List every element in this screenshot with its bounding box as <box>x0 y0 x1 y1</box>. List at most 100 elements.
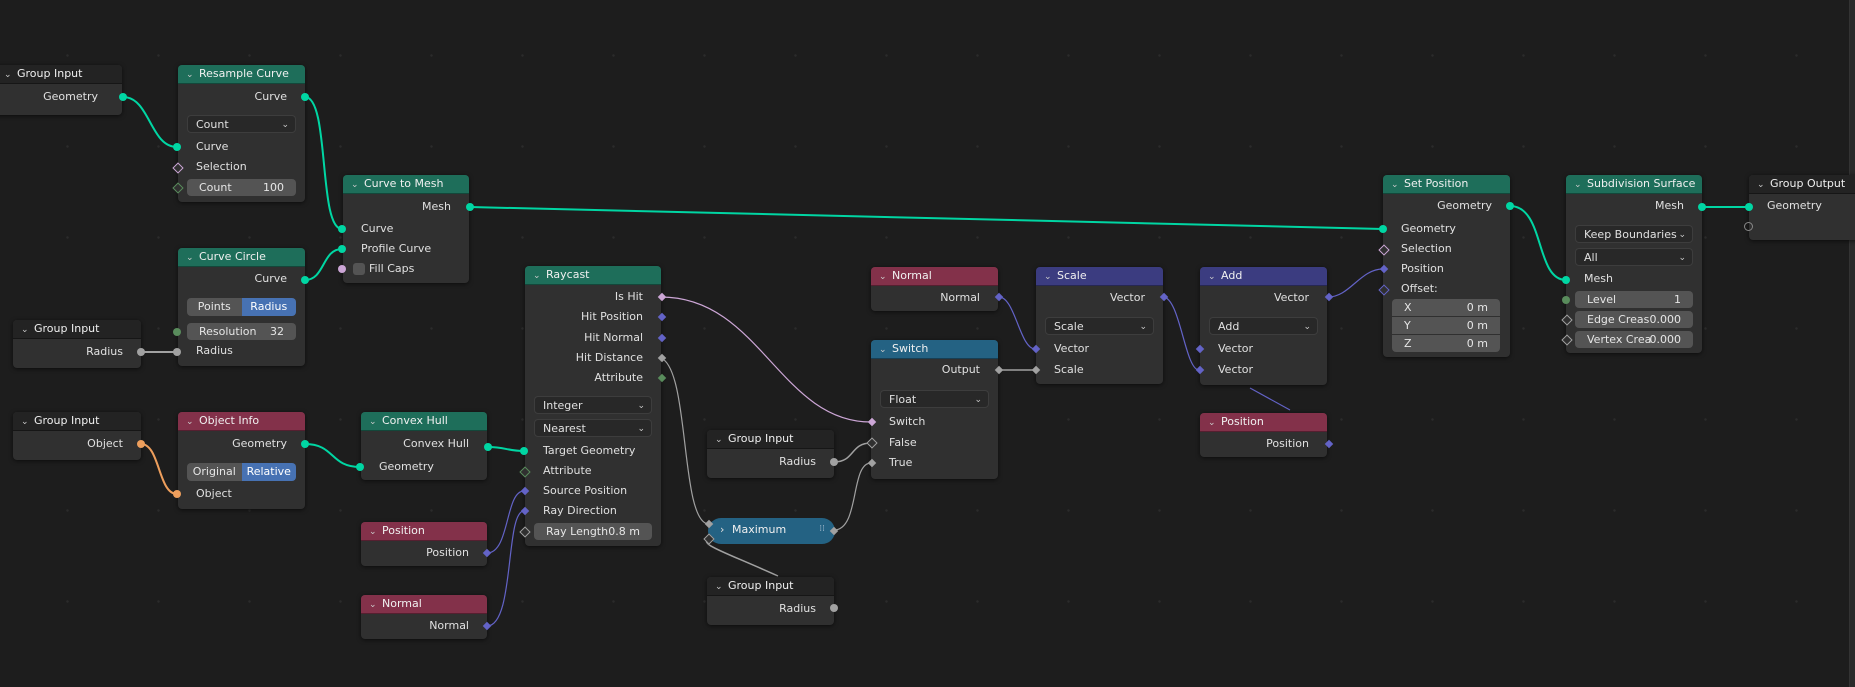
node-switch[interactable]: ⌄ Switch Output Float ⌄ Switch False True <box>871 340 998 479</box>
node-header[interactable]: ⌄ Raycast <box>525 266 661 285</box>
mode-relative[interactable]: Relative <box>241 463 296 481</box>
boundary-dropdown[interactable]: Keep Boundaries ⌄ <box>1575 225 1693 243</box>
node-header[interactable]: ⌄ Set Position <box>1383 175 1510 194</box>
node-header[interactable]: ⌄ Group Input <box>707 430 834 449</box>
node-curve-to-mesh[interactable]: ⌄ Curve to Mesh Mesh Curve Profile Curve … <box>343 175 469 283</box>
object-socket[interactable] <box>173 490 181 498</box>
node-resample-curve[interactable]: ⌄ Resample Curve Curve Count ⌄ Curve Selec… <box>178 65 305 202</box>
node-header[interactable]: ⌄ Position <box>1200 413 1327 432</box>
node-header[interactable]: ⌄ Normal <box>871 267 998 286</box>
collapse-chevron-icon[interactable]: ⌄ <box>21 413 31 430</box>
geometry-socket[interactable] <box>1562 276 1570 284</box>
geometry-socket[interactable] <box>301 440 309 448</box>
geometry-socket[interactable] <box>173 143 181 151</box>
collapse-chevron-icon[interactable]: ⌄ <box>21 321 31 338</box>
collapse-chevron-icon[interactable]: ⌄ <box>715 578 725 595</box>
fill-caps-checkbox[interactable] <box>353 263 365 275</box>
offset-x-field[interactable]: X 0 m <box>1392 299 1500 316</box>
ray-length-field[interactable]: Ray Length 0.8 m <box>534 523 652 540</box>
node-normal[interactable]: ⌄ Normal Normal <box>871 267 998 311</box>
node-position[interactable]: ⌄ Position Position <box>1200 413 1327 457</box>
geometry-socket[interactable] <box>1698 203 1706 211</box>
level-field[interactable]: Level 1 <box>1575 291 1693 308</box>
collapse-chevron-icon[interactable]: ⌄ <box>1574 176 1584 193</box>
collapse-chevron-icon[interactable]: ⌄ <box>186 249 196 266</box>
collapse-chevron-icon[interactable]: ⌄ <box>351 176 361 193</box>
node-header[interactable]: ⌄ Group Input <box>707 577 834 596</box>
mode-points[interactable]: Points <box>187 298 242 316</box>
node-group-output[interactable]: ⌄ Group Output Geometry <box>1749 175 1855 240</box>
node-header[interactable]: ⌄ Object Info <box>178 412 305 431</box>
geometry-socket[interactable] <box>484 443 492 451</box>
node-header[interactable]: ⌄ Switch <box>871 340 998 359</box>
node-header[interactable]: ⌄ Scale <box>1036 267 1163 286</box>
geometry-socket[interactable] <box>1506 202 1514 210</box>
node-position[interactable]: ⌄ Position Position <box>361 522 487 566</box>
object-socket[interactable] <box>137 440 145 448</box>
node-header[interactable]: ⌄ Subdivision Surface <box>1566 175 1702 194</box>
collapse-chevron-icon[interactable]: ⌄ <box>369 413 379 430</box>
transform-space-toggle[interactable]: Original Relative <box>187 463 296 481</box>
collapse-chevron-icon[interactable]: ⌄ <box>1044 268 1054 285</box>
geometry-socket[interactable] <box>1379 225 1387 233</box>
node-header[interactable]: ⌄ Add <box>1200 267 1327 286</box>
node-raycast[interactable]: ⌄ Raycast Is Hit Hit Position Hit Normal … <box>525 266 661 546</box>
integer-socket[interactable] <box>173 328 181 336</box>
data-type-dropdown[interactable]: Float ⌄ <box>880 390 989 408</box>
node-header[interactable]: ⌄ Group Input <box>0 65 122 84</box>
mode-toggle[interactable]: Points Radius <box>187 298 296 316</box>
mode-radius[interactable]: Radius <box>241 298 296 316</box>
geometry-socket[interactable] <box>520 447 528 455</box>
node-group-input[interactable]: ⌄ Group Input Geometry <box>0 65 122 115</box>
geometry-socket[interactable] <box>301 276 309 284</box>
edge-crease-field[interactable]: Edge Creas 0.000 <box>1575 311 1693 328</box>
collapse-chevron-icon[interactable]: ⌄ <box>533 267 543 284</box>
resolution-field[interactable]: Resolution 32 <box>187 323 296 340</box>
float-socket[interactable] <box>830 458 838 466</box>
node-header[interactable]: ⌄ Position <box>361 522 487 541</box>
collapse-chevron-icon[interactable]: ⌄ <box>1391 176 1401 193</box>
geometry-socket[interactable] <box>301 93 309 101</box>
node-header[interactable]: ⌄ Convex Hull <box>361 412 487 431</box>
uv-smooth-dropdown[interactable]: All ⌄ <box>1575 248 1693 266</box>
integer-socket[interactable] <box>1562 296 1570 304</box>
collapse-chevron-icon[interactable]: ⌄ <box>879 268 889 285</box>
collapse-chevron-icon[interactable]: ⌄ <box>1757 176 1767 193</box>
float-socket[interactable] <box>173 348 181 356</box>
count-field[interactable]: Count 100 <box>187 179 296 196</box>
node-object-info[interactable]: ⌄ Object Info Geometry Original Relative O… <box>178 412 305 509</box>
node-header[interactable]: ⌄ Normal <box>361 595 487 614</box>
node-group-input[interactable]: ⌄ Group Input Radius <box>707 577 834 625</box>
node-normal[interactable]: ⌄ Normal Normal <box>361 595 487 639</box>
collapse-chevron-icon[interactable]: ⌄ <box>879 341 889 358</box>
mode-original[interactable]: Original <box>187 463 242 481</box>
node-set-position[interactable]: ⌄ Set Position Geometry Geometry Selectio… <box>1383 175 1510 357</box>
offset-z-field[interactable]: Z 0 m <box>1392 335 1500 352</box>
mode-dropdown[interactable]: Count ⌄ <box>187 115 296 133</box>
collapse-chevron-icon[interactable]: ⌄ <box>369 596 379 613</box>
expand-chevron-icon[interactable]: › <box>720 523 724 536</box>
geometry-socket[interactable] <box>119 93 127 101</box>
scrollbar[interactable] <box>1849 0 1855 687</box>
geometry-socket[interactable] <box>356 463 364 471</box>
node-header[interactable]: ⌄ Group Output <box>1749 175 1855 194</box>
node-group-input[interactable]: ⌄ Group Input Object <box>13 412 141 460</box>
collapse-chevron-icon[interactable]: ⌄ <box>715 431 725 448</box>
float-socket[interactable] <box>830 604 838 612</box>
node-header[interactable]: ⌄ Curve Circle <box>178 248 305 267</box>
node-header[interactable]: ⌄ Curve to Mesh <box>343 175 469 194</box>
node-vector-scale[interactable]: ⌄ Scale Vector Scale ⌄ Vector Scale <box>1036 267 1163 384</box>
node-group-input[interactable]: ⌄ Group Input Radius <box>707 430 834 478</box>
node-group-input[interactable]: ⌄ Group Input Radius <box>13 320 141 368</box>
boolean-socket[interactable] <box>338 265 346 273</box>
collapse-chevron-icon[interactable]: ⌄ <box>186 66 196 83</box>
float-socket[interactable] <box>137 348 145 356</box>
offset-y-field[interactable]: Y 0 m <box>1392 317 1500 334</box>
node-subdivision-surface[interactable]: ⌄ Subdivision Surface Mesh Keep Boundarie… <box>1566 175 1702 353</box>
vertex-crease-field[interactable]: Vertex Crea 0.000 <box>1575 331 1693 348</box>
node-convex-hull[interactable]: ⌄ Convex Hull Convex Hull Geometry <box>361 412 487 480</box>
node-maximum[interactable]: › Maximum ⁞⁞ <box>708 518 835 544</box>
geometry-socket[interactable] <box>338 225 346 233</box>
geometry-socket[interactable] <box>1745 203 1753 211</box>
node-curve-circle[interactable]: ⌄ Curve Circle Curve Points Radius Resolut… <box>178 248 305 366</box>
